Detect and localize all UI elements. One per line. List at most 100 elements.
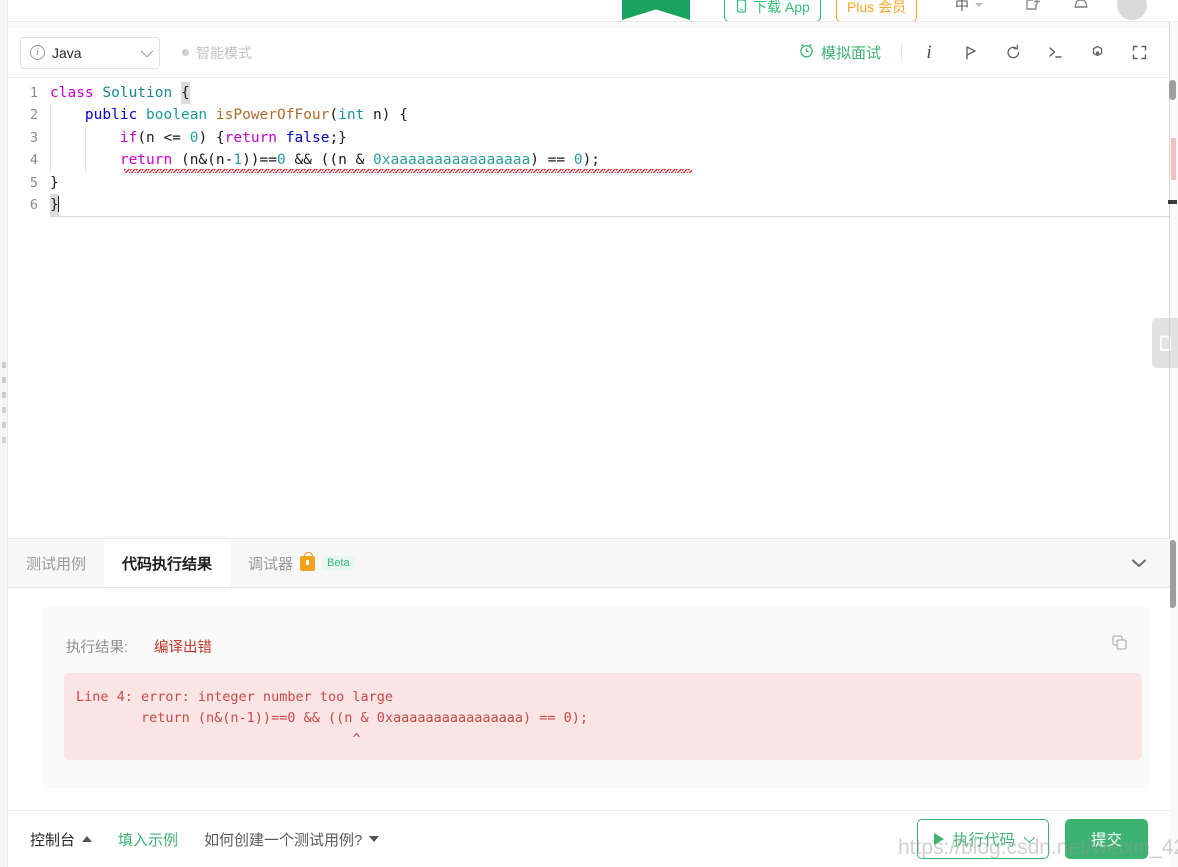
language-switcher[interactable]: 中 bbox=[955, 0, 983, 15]
error-line-3: ^ bbox=[76, 731, 361, 747]
code-line: 4 return (n&(n-1))==0 && ((n & 0xaaaaaaa… bbox=[8, 149, 1170, 173]
edit-square-icon[interactable] bbox=[1023, 0, 1045, 16]
chevron-down-icon bbox=[140, 44, 154, 58]
scrollbar-viewport-marker bbox=[1168, 200, 1177, 204]
line-number: 5 bbox=[29, 174, 38, 191]
reset-icon[interactable] bbox=[992, 33, 1034, 73]
chevron-down-icon bbox=[1023, 831, 1036, 844]
lock-icon bbox=[300, 551, 316, 571]
line-number: 3 bbox=[29, 129, 38, 146]
code-line-text: } bbox=[50, 174, 59, 191]
code-line-text: return (n&(n-1))==0 && ((n & 0xaaaaaaaaa… bbox=[50, 149, 692, 173]
error-output: Line 4: error: integer number too large … bbox=[64, 673, 1142, 760]
code-line: 5 } bbox=[8, 172, 1170, 194]
fullscreen-icon[interactable] bbox=[1118, 33, 1160, 73]
terminal-icon[interactable] bbox=[1034, 33, 1076, 73]
code-line: 1 class Solution { bbox=[8, 82, 1170, 105]
fill-example-button[interactable]: 填入示例 bbox=[118, 829, 178, 850]
tab-debugger[interactable]: 调试器 Beta bbox=[230, 539, 373, 587]
settings-icon[interactable] bbox=[1076, 33, 1118, 73]
info-italic-icon[interactable]: i bbox=[908, 33, 950, 73]
alarm-clock-icon bbox=[798, 42, 815, 63]
editor-toolbar-actions: 模拟面试 i bbox=[784, 33, 1170, 73]
plus-member-label: Plus 会员 bbox=[847, 0, 907, 15]
leetcode-editor-page: 下载 App Plus 会员 中 i Java 智能模式 模拟面试 i 1 cl… bbox=[0, 0, 1178, 867]
language-select[interactable]: i Java bbox=[20, 36, 160, 69]
site-header: 下载 App Plus 会员 中 bbox=[0, 0, 1178, 22]
plus-member-button[interactable]: Plus 会员 bbox=[836, 0, 918, 22]
how-to-label: 如何创建一个测试用例? bbox=[204, 831, 363, 849]
line-number: 2 bbox=[29, 107, 38, 124]
error-line-1: Line 4: error: integer number too large bbox=[76, 689, 393, 705]
smart-mode-toggle[interactable]: 智能模式 bbox=[182, 43, 252, 63]
code-line-text: if(n <= 0) {return false;} bbox=[50, 126, 347, 150]
editor-toolbar: i Java 智能模式 模拟面试 i bbox=[8, 28, 1170, 78]
code-line: 3 if(n <= 0) {return false;} bbox=[8, 126, 1170, 150]
result-tabs: 测试用例 代码执行结果 调试器 Beta bbox=[8, 538, 1170, 588]
fill-example-label: 填入示例 bbox=[118, 831, 179, 849]
tab-execution-result[interactable]: 代码执行结果 bbox=[104, 539, 231, 587]
copy-icon[interactable] bbox=[1111, 634, 1128, 656]
header-divider bbox=[0, 21, 1178, 22]
result-label: 执行结果: bbox=[66, 640, 129, 656]
result-scrollbar-thumb[interactable] bbox=[1169, 540, 1176, 608]
notes-side-tab[interactable] bbox=[1152, 318, 1178, 368]
site-logo-icon bbox=[622, 0, 690, 20]
status-dot-icon bbox=[182, 49, 189, 56]
console-toggle[interactable]: 控制台 bbox=[30, 829, 93, 850]
editor-scrollbar-thumb[interactable] bbox=[1169, 80, 1176, 100]
line-number: 6 bbox=[29, 196, 38, 213]
chevron-down-icon bbox=[369, 836, 380, 842]
code-editor[interactable]: 1 class Solution { 2 public boolean isPo… bbox=[8, 78, 1170, 536]
line-number: 1 bbox=[29, 85, 38, 101]
mock-interview-label: 模拟面试 bbox=[820, 45, 881, 62]
result-panel: 执行结果: 编译出错 Line 4: error: integer number… bbox=[8, 588, 1170, 810]
left-resize-handle[interactable] bbox=[0, 0, 8, 867]
toolbar-divider bbox=[901, 43, 902, 62]
submit-button[interactable]: 提交 bbox=[1064, 819, 1148, 859]
smart-mode-label: 智能模式 bbox=[196, 44, 252, 61]
result-card: 执行结果: 编译出错 Line 4: error: integer number… bbox=[42, 606, 1150, 788]
run-code-label: 执行代码 bbox=[952, 832, 1015, 849]
result-header: 执行结果: 编译出错 bbox=[66, 636, 212, 657]
tab-testcase-label: 测试用例 bbox=[26, 555, 87, 573]
code-line-text: public boolean isPowerOfFour(int n) { bbox=[50, 104, 408, 127]
submit-label: 提交 bbox=[1090, 832, 1122, 849]
code-line: 6 } bbox=[8, 193, 1170, 218]
tab-execution-result-label: 代码执行结果 bbox=[122, 555, 213, 573]
console-label: 控制台 bbox=[30, 831, 76, 849]
scrollbar-error-marker bbox=[1171, 138, 1176, 180]
bottom-action-bar: 控制台 填入示例 如何创建一个测试用例? 执行代码 提交 bbox=[8, 810, 1170, 867]
drag-dots-icon bbox=[2, 362, 6, 443]
mock-interview-button[interactable]: 模拟面试 bbox=[784, 42, 895, 63]
play-icon bbox=[933, 833, 944, 845]
bottom-bar-actions: 执行代码 提交 bbox=[916, 819, 1148, 859]
bell-icon[interactable] bbox=[1070, 0, 1092, 16]
info-icon: i bbox=[30, 45, 45, 60]
code-line: 2 public boolean isPowerOfFour(int n) { bbox=[8, 104, 1170, 127]
language-select-value: Java bbox=[52, 44, 82, 61]
chevron-up-icon bbox=[82, 836, 93, 842]
tab-debugger-label: 调试器 bbox=[248, 555, 294, 573]
document-icon bbox=[1159, 335, 1171, 351]
status-badge: 编译出错 bbox=[154, 640, 213, 656]
code-content: 1 class Solution { 2 public boolean isPo… bbox=[8, 78, 1170, 218]
collapse-panel-button[interactable] bbox=[1130, 539, 1170, 587]
avatar[interactable] bbox=[1117, 0, 1147, 20]
download-app-label: 下载 App bbox=[753, 0, 810, 15]
beta-badge: Beta bbox=[322, 556, 355, 570]
mobile-icon bbox=[735, 0, 748, 16]
text-caret bbox=[57, 195, 59, 212]
flag-icon[interactable] bbox=[950, 33, 992, 73]
chevron-down-icon bbox=[975, 3, 983, 7]
run-code-button[interactable]: 执行代码 bbox=[916, 819, 1049, 859]
error-line-2: return (n&(n-1))==0 && ((n & 0xaaaaaaaaa… bbox=[76, 710, 589, 726]
line-number: 4 bbox=[29, 152, 38, 169]
code-line-text: class Solution { bbox=[50, 82, 190, 105]
how-to-create-testcase-link[interactable]: 如何创建一个测试用例? bbox=[204, 829, 380, 850]
code-line-text: } bbox=[50, 193, 59, 217]
language-label: 中 bbox=[955, 0, 969, 13]
download-app-button[interactable]: 下载 App bbox=[724, 0, 821, 22]
chevron-down-icon bbox=[1132, 559, 1146, 567]
tab-testcase[interactable]: 测试用例 bbox=[8, 539, 104, 587]
